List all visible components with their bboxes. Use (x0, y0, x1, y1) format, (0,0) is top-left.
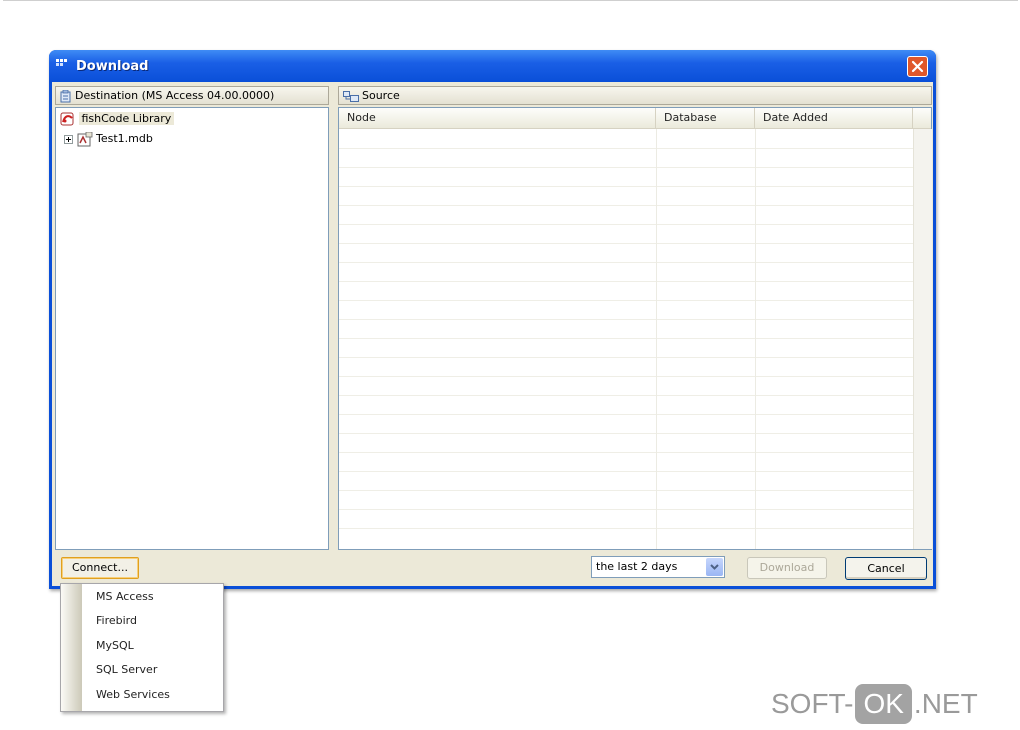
download-dialog: Download Destination (MS Access 04.00.00… (49, 50, 936, 589)
grid-row-line (339, 186, 913, 187)
source-header-label: Source (362, 89, 400, 102)
cancel-button[interactable]: Cancel (845, 557, 927, 580)
destination-header-label: Destination (MS Access 04.00.0000) (75, 89, 275, 102)
grid-row-line (339, 148, 913, 149)
menu-item-ms-access[interactable]: MS Access (96, 587, 154, 607)
column-header-database[interactable]: Database (656, 108, 755, 128)
date-range-select[interactable]: the last 2 days (591, 556, 725, 578)
source-grid[interactable]: Node Database Date Added (338, 107, 932, 550)
grid-header: Node Database Date Added (339, 108, 931, 129)
watermark-left: SOFT- (771, 688, 854, 719)
watermark-right: .NET (913, 688, 978, 719)
menu-item-mysql[interactable]: MySQL (96, 636, 134, 656)
window-title: Download (76, 59, 149, 74)
column-header-date-added[interactable]: Date Added (755, 108, 913, 128)
column-divider (656, 129, 657, 549)
grid-row-line (339, 414, 913, 415)
tree-node-database[interactable]: Test1.mdb (64, 130, 153, 148)
date-range-value: the last 2 days (596, 560, 678, 573)
close-icon (911, 60, 924, 73)
library-icon (60, 112, 74, 126)
menu-item-web-services[interactable]: Web Services (96, 685, 170, 705)
destination-header: Destination (MS Access 04.00.0000) (55, 86, 329, 105)
grid-scrollbar[interactable] (913, 129, 932, 549)
splitter[interactable] (329, 86, 338, 550)
tree-node-label: fishCode Library (78, 112, 175, 125)
expand-icon[interactable] (64, 134, 73, 144)
connect-button[interactable]: Connect... (61, 557, 139, 579)
grid-row-line (339, 509, 913, 510)
grid-row-line (339, 338, 913, 339)
grid-row-line (339, 224, 913, 225)
source-header: Source (338, 86, 932, 105)
grid-row-line (339, 243, 913, 244)
grid-row-line (339, 452, 913, 453)
database-icon (60, 89, 71, 102)
menu-gutter (61, 584, 82, 711)
connect-menu: MS Access Firebird MySQL SQL Server Web … (60, 583, 224, 712)
grid-row-line (339, 490, 913, 491)
watermark-badge: OK (855, 684, 912, 724)
grid-body (339, 129, 913, 549)
title-bar[interactable]: Download (49, 50, 936, 82)
grid-row-line (339, 167, 913, 168)
grid-row-line (339, 376, 913, 377)
grid-row-line (339, 300, 913, 301)
mdb-file-icon (77, 131, 92, 146)
page-border (3, 0, 1018, 1)
grid-row-line (339, 471, 913, 472)
close-button[interactable] (907, 56, 928, 77)
dropdown-arrow[interactable] (706, 558, 723, 576)
grid-row-line (339, 357, 913, 358)
chevron-down-icon (710, 564, 719, 570)
grid-row-line (339, 528, 913, 529)
grid-row-line (339, 281, 913, 282)
grid-row-line (339, 395, 913, 396)
destination-tree[interactable]: fishCode Library Test1.mdb (55, 107, 329, 550)
tree-node-library[interactable]: fishCode Library (60, 110, 175, 128)
menu-item-firebird[interactable]: Firebird (96, 611, 137, 631)
grid-row-line (339, 262, 913, 263)
tree-node-label: Test1.mdb (96, 132, 153, 145)
grid-row-line (339, 433, 913, 434)
grid-row-line (339, 205, 913, 206)
app-icon (56, 59, 67, 66)
download-button[interactable]: Download (747, 557, 827, 579)
menu-item-sql-server[interactable]: SQL Server (96, 660, 157, 680)
dialog-client-area: Destination (MS Access 04.00.0000) Sourc… (52, 82, 933, 586)
watermark: SOFT- OK .NET (771, 682, 978, 726)
source-icon (343, 90, 359, 102)
column-divider (755, 129, 756, 549)
grid-row-line (339, 319, 913, 320)
column-header-node[interactable]: Node (339, 108, 656, 128)
